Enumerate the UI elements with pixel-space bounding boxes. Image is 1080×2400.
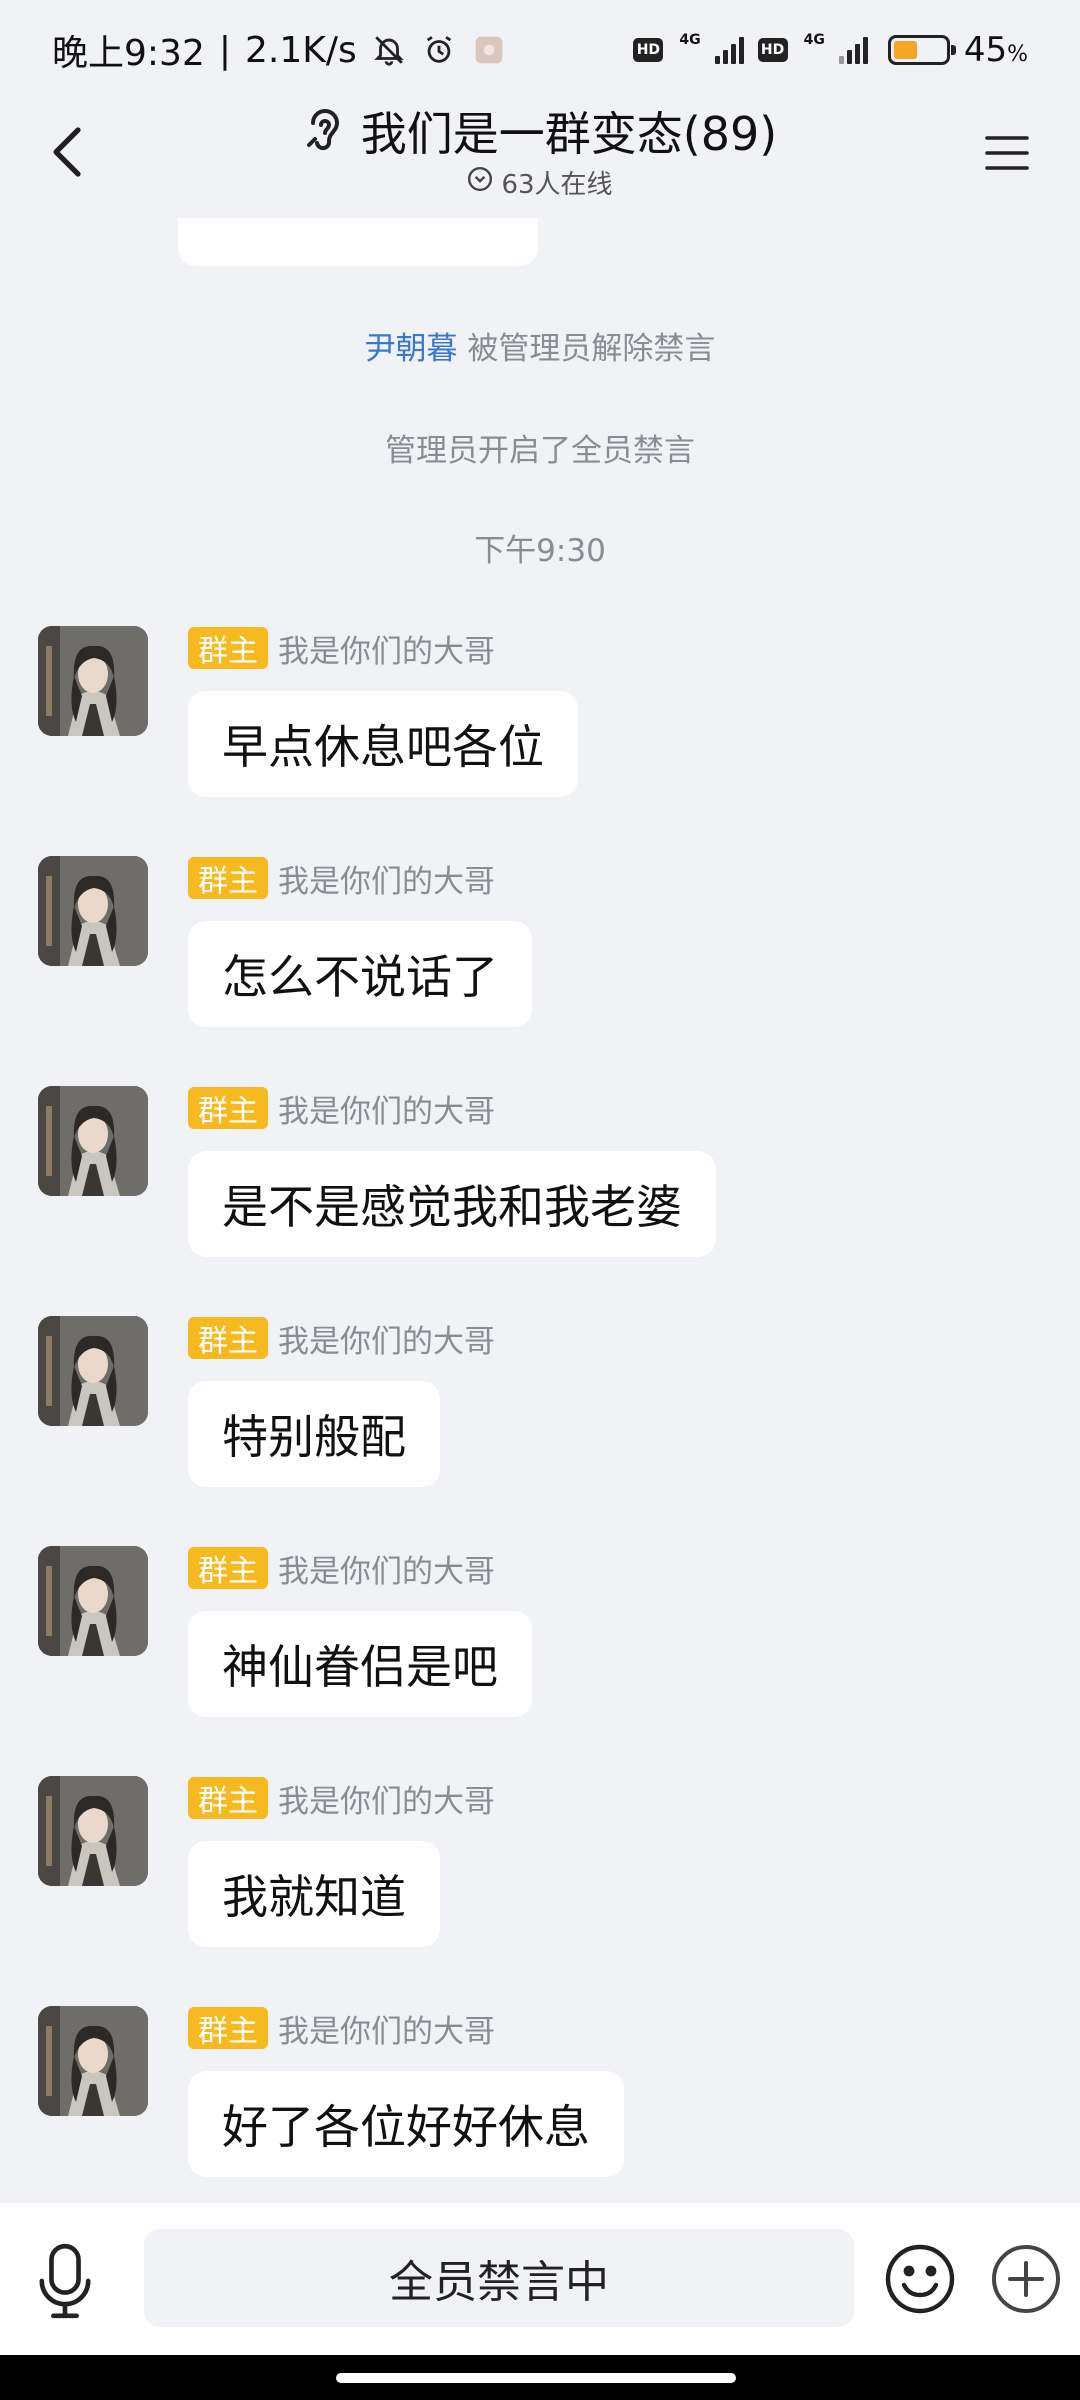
avatar[interactable]	[38, 2006, 148, 2116]
muted-input-field[interactable]: 全员禁言中	[144, 2229, 854, 2327]
page-title: 我们是一群变态(89)	[360, 107, 778, 161]
status-right: HD 4G HD 4G 45%	[633, 30, 1028, 70]
message-item: 群主 我是你们的大哥特别般配	[0, 1316, 1080, 1526]
plus-circle-icon	[992, 2245, 1060, 2313]
message-item: 群主 我是你们的大哥好了各位好好休息	[0, 2006, 1080, 2216]
sender-name[interactable]: 我是你们的大哥	[278, 2006, 495, 2051]
battery-percent: 45%	[963, 30, 1028, 70]
chat-header: 我们是一群变态(89) 63人在线	[0, 100, 1080, 218]
owner-badge: 群主	[188, 627, 268, 669]
owner-badge: 群主	[188, 1547, 268, 1589]
system-message-mute-all: 管理员开启了全员禁言	[385, 433, 695, 469]
avatar[interactable]	[38, 1086, 148, 1196]
emoji-icon	[885, 2244, 955, 2314]
status-net-speed: 2.1K/s	[244, 29, 357, 71]
input-bar: 全员禁言中	[0, 2203, 1080, 2355]
chat-screen: 晚上9:32 | 2.1K/s HD 4G HD 4G 45% 我们是一群变态(…	[0, 0, 1080, 2400]
avatar[interactable]	[38, 1776, 148, 1886]
voice-button[interactable]	[30, 2239, 100, 2323]
alarm-icon	[421, 32, 457, 68]
sender-name[interactable]: 我是你们的大哥	[278, 1086, 495, 1131]
unbanned-user-name[interactable]: 尹朝暮	[365, 331, 458, 367]
sender-name[interactable]: 我是你们的大哥	[278, 1316, 495, 1361]
message-item: 群主 我是你们的大哥我就知道	[0, 1776, 1080, 1986]
sender-name[interactable]: 我是你们的大哥	[278, 1546, 495, 1591]
unban-text: 被管理员解除禁言	[467, 331, 716, 367]
status-bar: 晚上9:32 | 2.1K/s HD 4G HD 4G 45%	[0, 0, 1080, 100]
message-bubble[interactable]: 神仙眷侣是吧	[188, 1611, 532, 1717]
message-bubble[interactable]: 是不是感觉我和我老婆	[188, 1151, 716, 1257]
network-type-2: 4G	[803, 32, 825, 48]
status-separator: |	[218, 29, 231, 71]
owner-badge: 群主	[188, 1777, 268, 1819]
hd-badge-2: HD	[757, 38, 788, 62]
hd-badge: HD	[633, 38, 664, 62]
avatar[interactable]	[38, 856, 148, 966]
message-bubble[interactable]: 好了各位好好休息	[188, 2071, 624, 2177]
sender-row: 群主 我是你们的大哥	[188, 1546, 495, 1590]
owner-badge: 群主	[188, 1317, 268, 1359]
message-bubble[interactable]: 特别般配	[188, 1381, 440, 1487]
message-item: 群主 我是你们的大哥早点休息吧各位	[0, 626, 1080, 836]
sender-row: 群主 我是你们的大哥	[188, 1776, 495, 1820]
status-time: 晚上9:32	[52, 33, 205, 74]
message-item: 群主 我是你们的大哥怎么不说话了	[0, 856, 1080, 1066]
app-notification-icon	[471, 32, 507, 68]
avatar[interactable]	[38, 626, 148, 736]
sender-row: 群主 我是你们的大哥	[188, 2006, 495, 2050]
signal-icon	[714, 36, 744, 64]
sender-name[interactable]: 我是你们的大哥	[278, 856, 495, 901]
message-bubble[interactable]: 早点休息吧各位	[188, 691, 578, 797]
status-left: 晚上9:32 | 2.1K/s	[52, 24, 507, 76]
menu-icon	[985, 136, 1029, 170]
message-bubble[interactable]: 怎么不说话了	[188, 921, 532, 1027]
emoji-button[interactable]	[884, 2243, 956, 2315]
owner-badge: 群主	[188, 1087, 268, 1129]
owner-badge: 群主	[188, 2007, 268, 2049]
message-item: 群主 我是你们的大哥是不是感觉我和我老婆	[0, 1086, 1080, 1296]
system-message-unban: 尹朝暮 被管理员解除禁言	[0, 323, 1080, 368]
title-row[interactable]: 我们是一群变态(89)	[0, 100, 1080, 162]
signal-icon-2	[838, 36, 868, 64]
message-bubble[interactable]: 我就知道	[188, 1841, 440, 1947]
online-status[interactable]: 63人在线	[0, 162, 1080, 202]
ear-icon	[303, 105, 343, 157]
avatar[interactable]	[38, 1316, 148, 1426]
home-indicator[interactable]	[336, 2373, 736, 2383]
owner-badge: 群主	[188, 857, 268, 899]
navigation-bar	[0, 2355, 1080, 2400]
bell-muted-icon	[371, 32, 407, 68]
avatar[interactable]	[38, 1546, 148, 1656]
battery-level	[893, 41, 917, 59]
sender-row: 群主 我是你们的大哥	[188, 626, 495, 670]
previous-message-bubble[interactable]	[178, 218, 538, 266]
battery-icon	[887, 35, 956, 65]
message-timestamp: 下午9:30	[474, 533, 606, 569]
chevron-circle-icon	[467, 166, 493, 199]
more-button[interactable]	[990, 2243, 1062, 2315]
online-count: 63人在线	[501, 169, 613, 200]
message-item: 群主 我是你们的大哥神仙眷侣是吧	[0, 1546, 1080, 1756]
menu-button[interactable]	[974, 120, 1040, 186]
network-type: 4G	[679, 32, 701, 48]
microphone-icon	[39, 2243, 91, 2319]
sender-row: 群主 我是你们的大哥	[188, 856, 495, 900]
sender-name[interactable]: 我是你们的大哥	[278, 626, 495, 671]
sender-row: 群主 我是你们的大哥	[188, 1316, 495, 1360]
chat-area[interactable]: 尹朝暮 被管理员解除禁言 管理员开启了全员禁言 下午9:30 群主 我是你们的大哥…	[0, 218, 1080, 2203]
sender-name[interactable]: 我是你们的大哥	[278, 1776, 495, 1821]
sender-row: 群主 我是你们的大哥	[188, 1086, 495, 1130]
